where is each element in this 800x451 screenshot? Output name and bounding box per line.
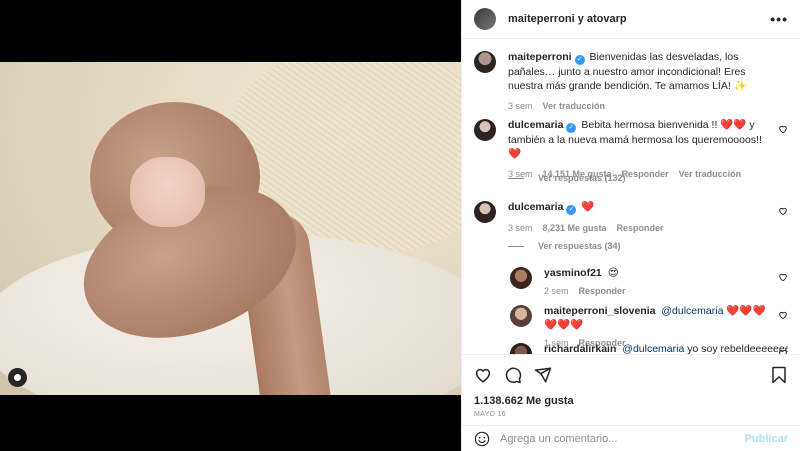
comment-input[interactable] [500, 432, 745, 445]
avatar[interactable] [510, 305, 532, 327]
reply-text: 😍 [607, 267, 619, 279]
reply-button[interactable]: Responder [622, 167, 669, 181]
translate-link[interactable]: Ver traducción [679, 167, 742, 181]
reply-button[interactable]: Responder [617, 221, 664, 235]
reply-time: 2 sem [544, 286, 569, 296]
caption-translate-link[interactable]: Ver traducción [543, 99, 606, 113]
reply-button[interactable]: Responder [579, 284, 626, 298]
comment-item: dulcemaria ✓ Bebita hermosa bienvenida !!… [474, 118, 788, 181]
comment-composer: Publicar [462, 425, 800, 451]
comment-time: 3 sem [508, 223, 533, 233]
view-replies-label: Ver respuestas (34) [538, 241, 621, 251]
author-avatar[interactable] [474, 8, 496, 30]
post-photo [0, 62, 461, 395]
avatar[interactable] [510, 343, 532, 354]
post-actions: 1.138.662 Me gusta MAYO 16 [462, 354, 800, 418]
reply-mention[interactable]: @dulcemaria [622, 343, 684, 354]
share-icon[interactable] [534, 366, 552, 384]
caption-time: 3 sem [508, 101, 533, 111]
comments-list[interactable]: maiteperroni ✓ Bienvenidas las desveladas… [462, 40, 800, 354]
avatar[interactable] [474, 119, 496, 141]
avatar[interactable] [474, 51, 496, 73]
replies-divider [508, 177, 524, 179]
comment-likes[interactable]: 8,231 Me gusta [543, 221, 607, 235]
author-username[interactable]: maiteperroni [508, 13, 575, 25]
post-sidebar: maiteperroni y atovarp ••• maiteperroni ✓… [461, 0, 800, 451]
replies-divider [508, 245, 524, 247]
tagged-user-icon[interactable] [8, 368, 27, 387]
more-horizontal-icon[interactable]: ••• [770, 11, 788, 27]
avatar[interactable] [474, 201, 496, 223]
post-media[interactable] [0, 0, 461, 451]
authors-connector: y [574, 13, 587, 25]
heart-icon[interactable] [778, 310, 788, 320]
likes-count[interactable]: 1.138.662 Me gusta [474, 395, 788, 407]
heart-icon[interactable] [778, 124, 788, 134]
bookmark-icon[interactable] [770, 366, 788, 384]
reply-username[interactable]: richardalirkain [544, 343, 616, 354]
reply-item: richardalirkain @dulcemaria yo soy rebel… [510, 342, 788, 354]
emoji-icon[interactable] [474, 431, 490, 447]
coauthor-username[interactable]: atovarp [587, 13, 627, 25]
comment-username[interactable]: dulcemaria [508, 201, 563, 213]
post-caption: maiteperroni ✓ Bienvenidas las desveladas… [474, 50, 788, 113]
reply-username[interactable]: maiteperroni_slovenia [544, 305, 655, 317]
comment-text: ❤️ [581, 201, 595, 213]
view-replies-button[interactable]: Ver respuestas (34) [508, 241, 621, 251]
publish-button[interactable]: Publicar [745, 433, 788, 445]
post-authors: maiteperroni y atovarp [508, 13, 770, 25]
verified-badge-icon: ✓ [566, 123, 577, 133]
view-replies-button[interactable]: Ver respuestas (132) [508, 173, 626, 183]
reply-username[interactable]: yasminof21 [544, 267, 602, 279]
comment-item: dulcemaria ✓ ❤️ 3 sem 8,231 Me gusta Resp… [474, 200, 788, 235]
like-heart-icon[interactable] [474, 366, 492, 384]
reply-text: yo soy rebeldeeeeeee [684, 343, 788, 354]
post-header: maiteperroni y atovarp ••• [462, 0, 800, 39]
photo-baby-hand [130, 157, 205, 227]
reply-mention[interactable]: @dulcemaria [661, 305, 723, 317]
comment-username[interactable]: dulcemaria [508, 119, 563, 131]
verified-badge-icon: ✓ [574, 55, 585, 65]
verified-badge-icon: ✓ [566, 205, 577, 215]
reply-item: yasminof21 😍 2 sem Responder [510, 266, 788, 298]
post-date: MAYO 16 [474, 411, 506, 418]
heart-icon[interactable] [778, 272, 788, 282]
view-replies-label: Ver respuestas (132) [538, 173, 626, 183]
avatar[interactable] [510, 267, 532, 289]
caption-username[interactable]: maiteperroni [508, 51, 572, 63]
comment-icon[interactable] [504, 366, 522, 384]
heart-icon[interactable] [778, 206, 788, 216]
